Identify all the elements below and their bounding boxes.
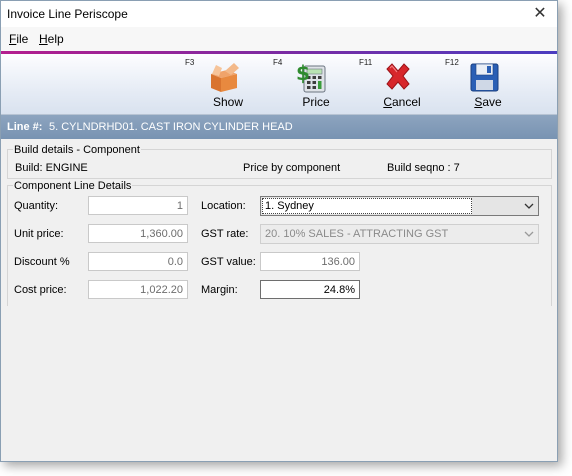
title-bar: Invoice Line Periscope ✕ [1, 1, 557, 27]
gst-rate-select[interactable]: 20. 10% SALES - ATTRACTING GST [260, 224, 539, 244]
price-button[interactable]: F4 $ Price [273, 54, 343, 114]
box-show-icon [211, 63, 239, 92]
cancel-label: Cancel [383, 95, 421, 109]
price-by-mode: Price by component [243, 162, 341, 174]
svg-text:$: $ [296, 61, 310, 85]
gst-value-field[interactable]: 136.00 [260, 252, 360, 271]
price-label: Price [302, 95, 330, 109]
line-header-bar: Line #: 5. CYLNDRHD01. CAST IRON CYLINDE… [1, 115, 557, 139]
menu-bar: File Help [1, 27, 557, 51]
toolbar: F3 Show F4 $ Price F11 Cancel F12 Save [1, 54, 557, 115]
line-number-label: Line #: [7, 121, 43, 133]
build-details-title: Build details - Component [13, 144, 141, 156]
price-calculator-icon: $ [296, 61, 326, 93]
component-line-title: Component Line Details [13, 180, 133, 192]
line-number-value: 5. CYLNDRHD01. CAST IRON CYLINDER HEAD [49, 121, 293, 133]
discount-field[interactable]: 0.0 [88, 252, 188, 271]
cancel-x-icon [386, 63, 410, 90]
menu-help[interactable]: Help [39, 32, 64, 46]
cancel-button[interactable]: F11 Cancel [359, 54, 429, 114]
gst-rate-value: 20. 10% SALES - ATTRACTING GST [262, 226, 472, 242]
cost-price-label: Cost price: [14, 284, 67, 296]
save-disk-icon [470, 63, 499, 92]
show-label: Show [212, 95, 244, 109]
margin-label: Margin: [201, 284, 238, 296]
quantity-label: Quantity: [14, 200, 59, 212]
build-seqno: Build seqno : 7 [387, 162, 460, 174]
price-shortcut: F4 [273, 58, 283, 67]
location-select[interactable]: 1. Sydney [260, 196, 539, 216]
quantity-field[interactable]: 1 [88, 196, 188, 215]
margin-field: 24.8% [260, 280, 360, 299]
gst-value-label: GST value: [201, 256, 256, 268]
gst-rate-label: GST rate: [201, 228, 249, 240]
show-shortcut: F3 [185, 58, 195, 67]
unit-price-field[interactable]: 1,360.00 [88, 224, 188, 243]
save-button[interactable]: F12 Save [445, 54, 515, 114]
chevron-down-icon [524, 231, 534, 237]
location-value: 1. Sydney [262, 198, 472, 214]
chevron-down-icon [524, 203, 534, 209]
invoice-line-periscope-window: Invoice Line Periscope ✕ File Help F3 Sh… [0, 0, 558, 462]
save-label: Save [474, 95, 502, 109]
menu-file[interactable]: File [9, 32, 28, 46]
cost-price-field[interactable]: 1,022.20 [88, 280, 188, 299]
save-shortcut: F12 [445, 58, 459, 67]
cancel-shortcut: F11 [359, 58, 373, 67]
location-label: Location: [201, 200, 246, 212]
show-button[interactable]: F3 Show [185, 54, 255, 114]
close-icon[interactable]: ✕ [529, 3, 551, 23]
window-title: Invoice Line Periscope [7, 7, 128, 21]
unit-price-label: Unit price: [14, 228, 64, 240]
build-name: Build: ENGINE [15, 162, 88, 174]
discount-label: Discount % [14, 256, 70, 268]
